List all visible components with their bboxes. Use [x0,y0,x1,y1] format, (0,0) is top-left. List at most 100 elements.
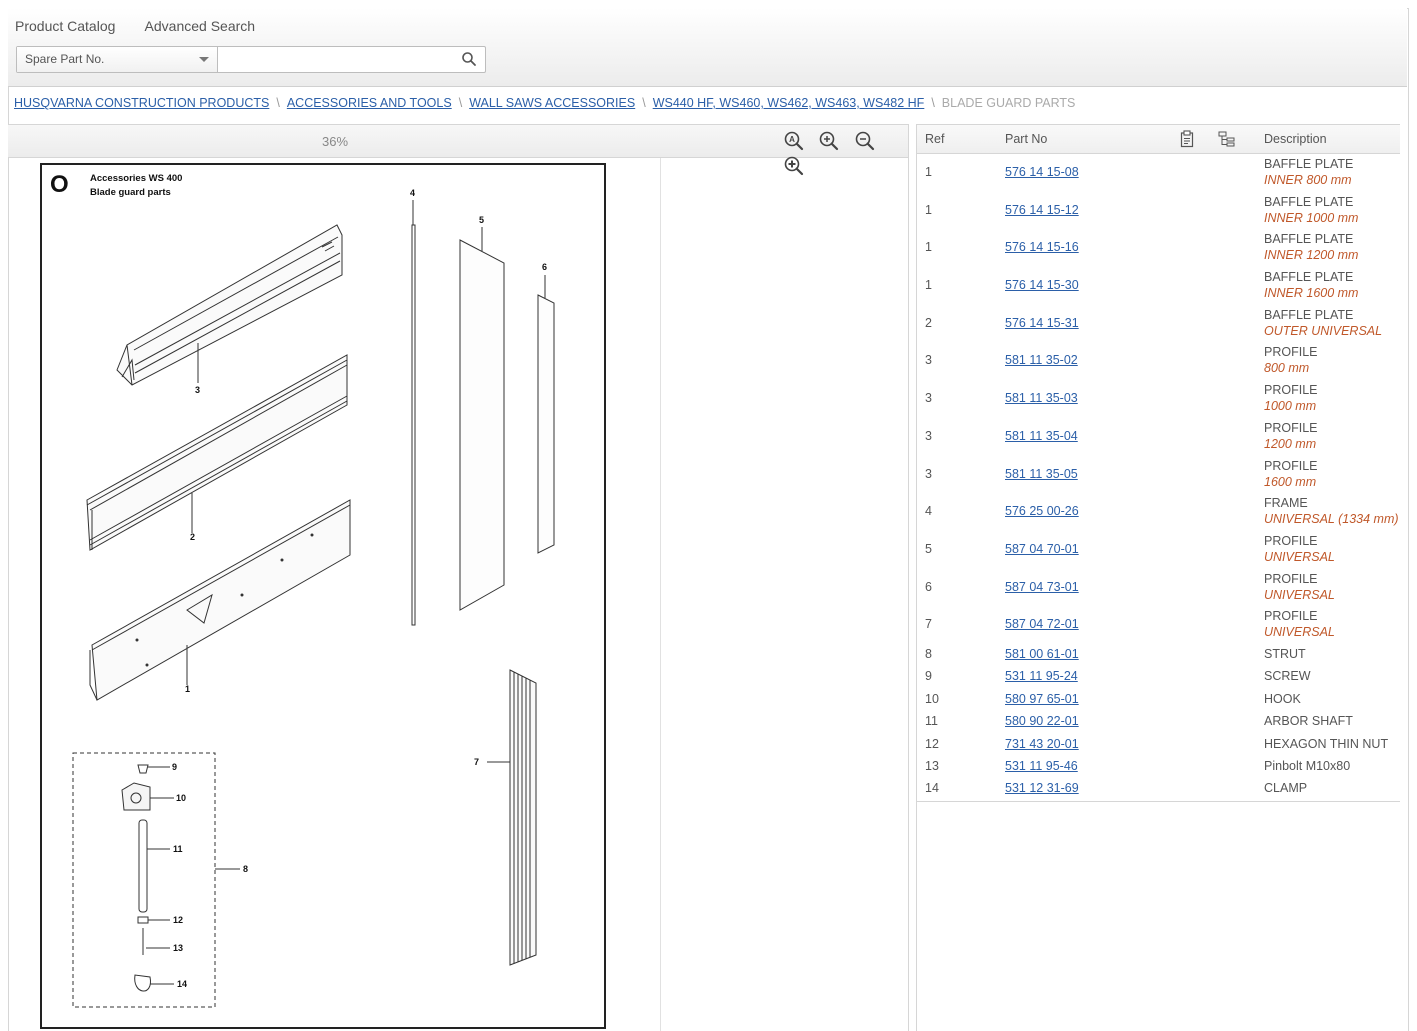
part-number-link[interactable]: 581 00 61-01 [1005,647,1079,661]
exploded-view-drawing[interactable]: O Accessories WS 400 Blade guard parts 1… [40,163,606,1029]
callout-11[interactable]: 11 [173,844,183,854]
parts-row[interactable]: 8 581 00 61-01 STRUT [917,644,1400,666]
parts-row[interactable]: 1 576 14 15-30 BAFFLE PLATE INNER 1600 mm [917,267,1400,305]
parts-rows: 1 576 14 15-08 BAFFLE PLATE INNER 800 mm 1 57… [917,154,1400,802]
row-ref: 14 [925,781,939,796]
callout-6[interactable]: 6 [542,262,547,272]
parts-row[interactable]: 7 587 04 72-01 PROFILE UNIVERSAL [917,606,1400,644]
row-ref: 3 [925,428,932,443]
row-description: SCREW [1264,669,1311,684]
callout-12[interactable]: 12 [173,915,183,925]
row-description-note: UNIVERSAL [1264,587,1335,602]
col-header-ref[interactable]: Ref [925,132,944,146]
callout-10[interactable]: 10 [176,793,186,803]
part-number-link[interactable]: 576 25 00-26 [1005,504,1079,518]
search-type-select[interactable]: Spare Part No. [17,47,218,72]
part-number-link[interactable]: 587 04 72-01 [1005,617,1079,631]
part-number-link[interactable]: 576 14 15-31 [1005,316,1079,330]
parts-row[interactable]: 3 581 11 35-03 PROFILE 1000 mm [917,380,1400,418]
parts-row[interactable]: 1 576 14 15-16 BAFFLE PLATE INNER 1200 mm [917,229,1400,267]
row-description: FRAME [1264,496,1308,511]
tree-structure-icon[interactable] [1218,130,1236,148]
parts-row[interactable]: 3 581 11 35-02 PROFILE 800 mm [917,342,1400,380]
part-number-link[interactable]: 576 14 15-16 [1005,240,1079,254]
part-number-link[interactable]: 587 04 73-01 [1005,580,1079,594]
zoom-in-icon[interactable] [819,131,839,151]
parts-row[interactable]: 1 576 14 15-08 BAFFLE PLATE INNER 800 mm [917,154,1400,192]
nav-product-catalog[interactable]: Product Catalog [15,18,115,34]
row-description-note: UNIVERSAL (1334 mm) [1264,512,1399,527]
part-number-link[interactable]: 581 11 35-03 [1005,391,1078,405]
part-number-link[interactable]: 580 97 65-01 [1005,692,1079,706]
zoom-out-icon[interactable] [855,131,875,151]
parts-row[interactable]: 13 531 11 95-46 Pinbolt M10x80 [917,756,1400,778]
zoom-level: 36% [322,134,349,149]
row-description: BAFFLE PLATE [1264,307,1354,322]
zoom-fit-icon[interactable]: A [784,131,804,151]
callout-9[interactable]: 9 [172,762,177,772]
callout-4[interactable]: 4 [410,188,415,198]
parts-list: Ref Part No Description 1 576 14 15-08 BAF… [916,124,1400,1031]
row-ref: 2 [925,315,932,330]
parts-row[interactable]: 10 580 97 65-01 HOOK [917,689,1400,711]
parts-row[interactable]: 2 576 14 15-31 BAFFLE PLATE OUTER UNIVERSAL [917,305,1400,343]
row-ref: 3 [925,466,932,481]
part-number-link[interactable]: 587 04 70-01 [1005,542,1079,556]
part-number-link[interactable]: 531 11 95-24 [1005,669,1078,683]
part-7-ribbed-profile [487,669,537,966]
parts-row[interactable]: 1 576 14 15-12 BAFFLE PLATE INNER 1000 mm [917,192,1400,230]
callout-1[interactable]: 1 [185,684,190,694]
parts-row[interactable]: 3 581 11 35-05 PROFILE 1600 mm [917,456,1400,494]
col-header-description[interactable]: Description [1264,132,1327,146]
parts-row[interactable]: 14 531 12 31-69 CLAMP [917,778,1400,800]
part-number-link[interactable]: 581 11 35-04 [1005,429,1078,443]
callout-3[interactable]: 3 [195,385,200,395]
parts-row[interactable]: 5 587 04 70-01 PROFILE UNIVERSAL [917,531,1400,569]
callout-7[interactable]: 7 [474,757,479,767]
part-number-link[interactable]: 581 11 35-05 [1005,467,1078,481]
part-number-link[interactable]: 531 12 31-69 [1005,781,1079,795]
nav-advanced-search[interactable]: Advanced Search [145,18,256,34]
row-description: ARBOR SHAFT [1264,714,1353,729]
search-icon[interactable] [461,51,477,67]
search-bar: Spare Part No. [16,46,486,73]
callout-13[interactable]: 13 [173,943,183,953]
parts-row[interactable]: 4 576 25 00-26 FRAME UNIVERSAL (1334 mm) [917,493,1400,531]
col-header-part-no[interactable]: Part No [1005,132,1047,146]
zoom-in-plus-icon[interactable] [784,156,804,176]
parts-row[interactable]: 6 587 04 73-01 PROFILE UNIVERSAL [917,569,1400,607]
row-description: PROFILE [1264,383,1318,398]
part-number-link[interactable]: 580 90 22-01 [1005,714,1079,728]
row-description: PROFILE [1264,345,1318,360]
breadcrumb-link[interactable]: WALL SAWS ACCESSORIES [469,96,635,110]
parts-row[interactable]: 9 531 11 95-24 SCREW [917,666,1400,688]
top-nav: Product Catalog Advanced Search [15,18,281,34]
callout-14[interactable]: 14 [177,979,187,989]
callout-8[interactable]: 8 [243,864,248,874]
row-ref: 3 [925,353,932,368]
breadcrumb-link[interactable]: WS440 HF, WS460, WS462, WS463, WS482 HF [653,96,925,110]
breadcrumb-separator: \ [276,96,280,110]
part-number-link[interactable]: 576 14 15-12 [1005,203,1079,217]
search-input[interactable] [219,47,449,72]
parts-row[interactable]: 12 731 43 20-01 HEXAGON THIN NUT [917,734,1400,756]
part-number-link[interactable]: 581 11 35-02 [1005,353,1078,367]
part-number-link[interactable]: 531 11 95-46 [1005,759,1078,773]
row-description: STRUT [1264,646,1306,661]
clipboard-icon[interactable] [1179,130,1195,148]
viewer-divider [660,158,661,1031]
part-number-link[interactable]: 576 14 15-08 [1005,165,1079,179]
row-ref: 6 [925,579,932,594]
part-number-link[interactable]: 731 43 20-01 [1005,737,1079,751]
part-number-link[interactable]: 576 14 15-30 [1005,278,1079,292]
row-description: HOOK [1264,691,1301,706]
breadcrumb-link[interactable]: HUSQVARNA CONSTRUCTION PRODUCTS [14,96,269,110]
parts-row[interactable]: 3 581 11 35-04 PROFILE 1200 mm [917,418,1400,456]
parts-row[interactable]: 11 580 90 22-01 ARBOR SHAFT [917,711,1400,733]
row-ref: 1 [925,278,932,293]
callout-2[interactable]: 2 [190,532,195,542]
row-ref: 4 [925,504,932,519]
row-ref: 1 [925,165,932,179]
callout-5[interactable]: 5 [479,215,484,225]
breadcrumb-link[interactable]: ACCESSORIES AND TOOLS [287,96,452,110]
